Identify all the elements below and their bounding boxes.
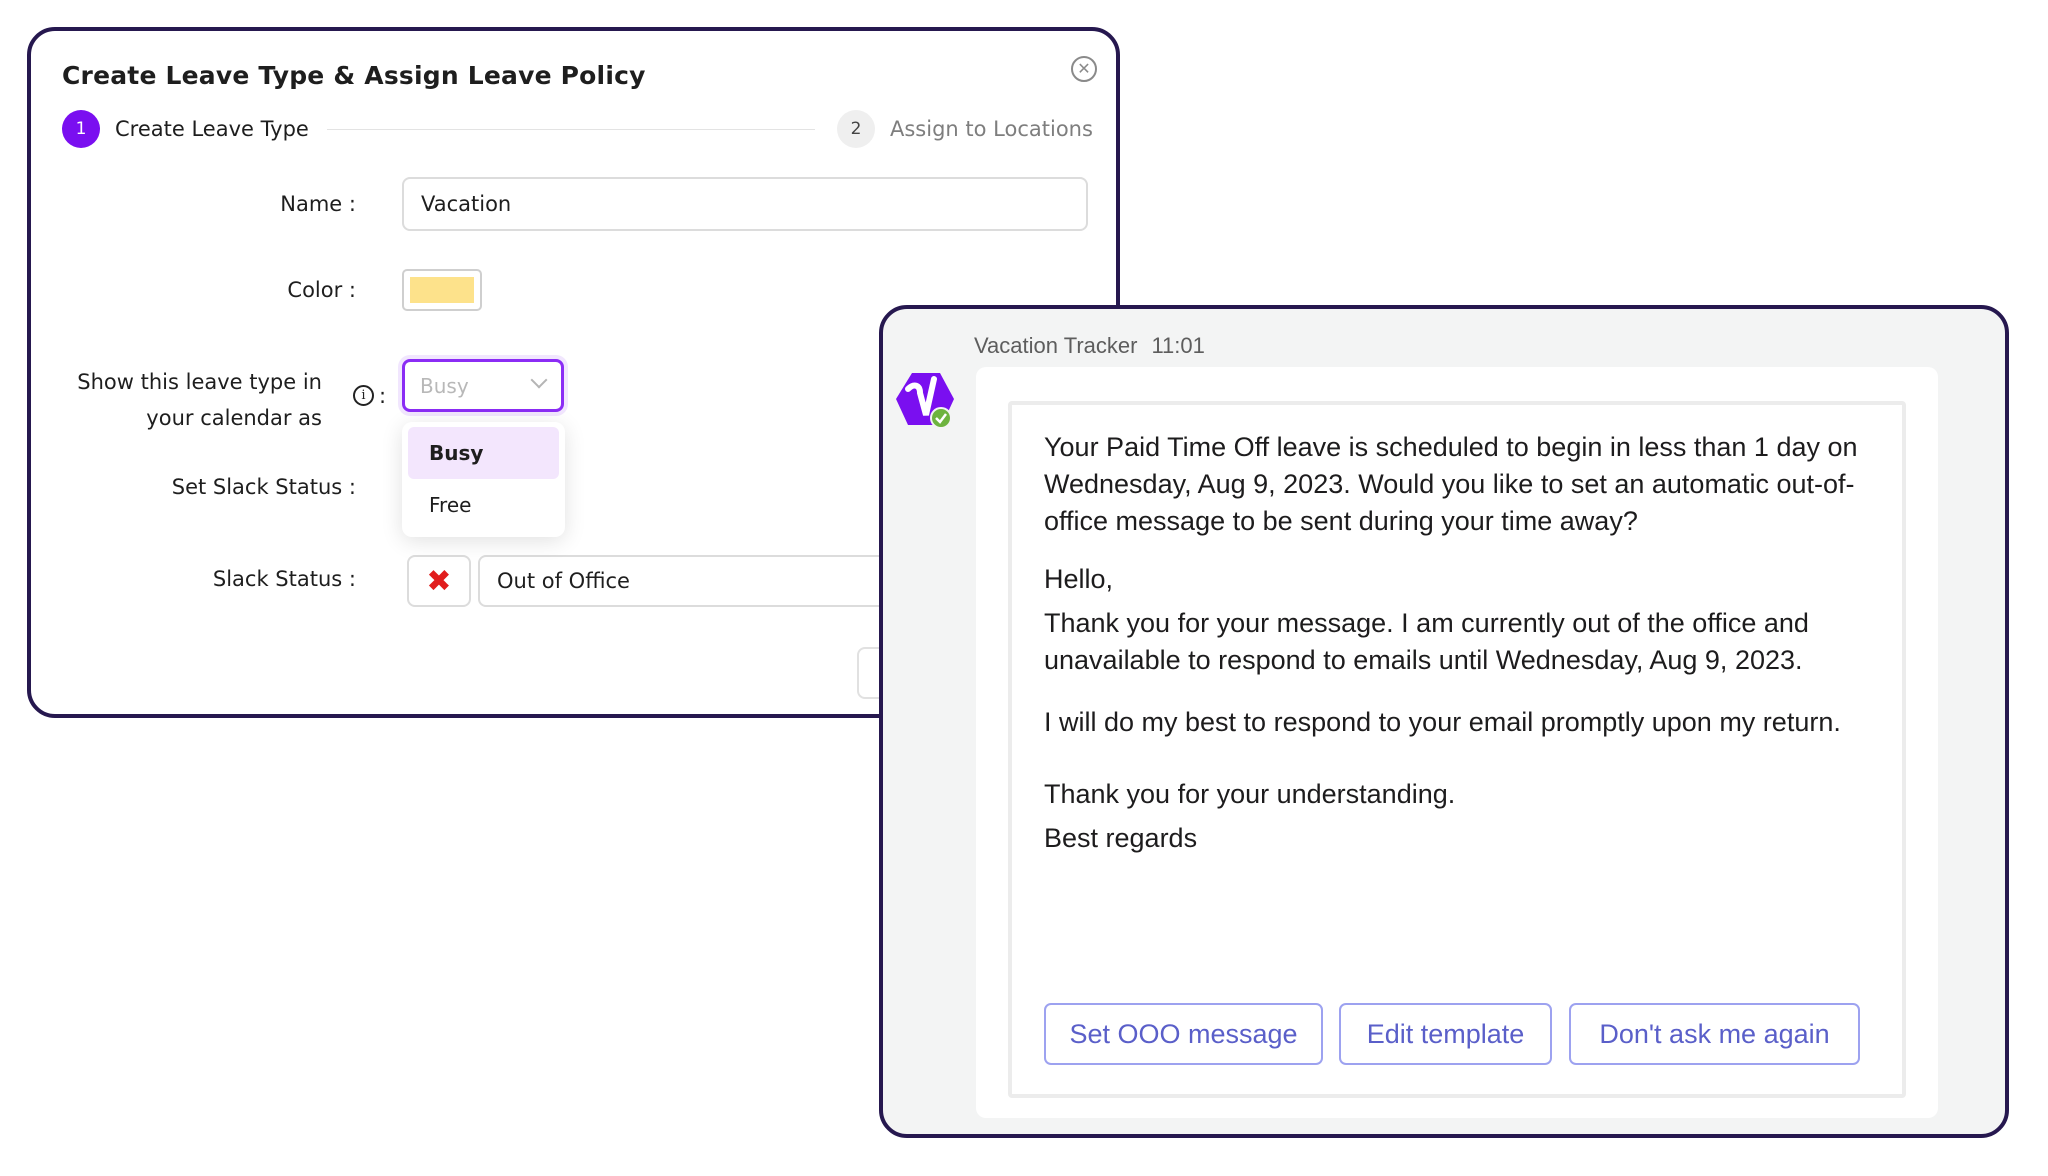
calendar-status-select[interactable]: Busy (402, 359, 564, 412)
menu-option-free[interactable]: Free (408, 479, 559, 531)
slack-status-value: Out of Office (497, 569, 630, 593)
name-input[interactable]: Vacation (402, 177, 1088, 231)
message-body: Thank you for your message. I am current… (1044, 608, 1809, 675)
set-slack-status-label: Set Slack Status : (171, 475, 356, 499)
step-label: Create Leave Type (115, 117, 309, 141)
name-value: Vacation (421, 192, 512, 216)
color-picker[interactable] (402, 269, 482, 311)
step-label: Assign to Locations (890, 117, 1093, 141)
set-ooo-message-button[interactable]: Set OOO message (1044, 1003, 1323, 1065)
message-time: 11:01 (1151, 333, 1205, 358)
step-connector (327, 129, 815, 130)
step-number: 1 (62, 110, 100, 148)
message-body: I will do my best to respond to your ema… (1044, 707, 1841, 737)
modal-title: Create Leave Type & Assign Leave Policy (62, 61, 646, 90)
step-assign-to-locations: 2 Assign to Locations (837, 110, 1093, 148)
chevron-down-icon (530, 371, 548, 389)
online-status-icon (930, 407, 952, 429)
step-create-leave-type: 1 Create Leave Type (62, 110, 309, 148)
calendar-label: Show this leave type in your calendar as (77, 370, 322, 430)
message-signoff: Best regards (1044, 823, 1198, 853)
message-intro: Your Paid Time Off leave is scheduled to… (1044, 432, 1858, 536)
message-header: Vacation Tracker 11:01 (974, 333, 1205, 359)
slack-status-emoji-picker[interactable]: ✖ (407, 555, 471, 607)
message-body: Thank you for your understanding. (1044, 779, 1456, 809)
calendar-status-menu: Busy Free (402, 422, 565, 537)
slack-message-panel: Vacation Tracker 11:01 Your Paid Time Off… (879, 305, 2009, 1138)
message-greeting: Hello, (1044, 564, 1114, 594)
step-number: 2 (837, 110, 875, 148)
color-swatch (410, 277, 474, 303)
menu-option-busy[interactable]: Busy (408, 427, 559, 479)
sender-name: Vacation Tracker (974, 333, 1138, 358)
select-value: Busy (420, 373, 469, 398)
info-icon[interactable]: i (353, 385, 374, 406)
message-attachment: Your Paid Time Off leave is scheduled to… (1008, 401, 1906, 1098)
dont-ask-again-button[interactable]: Don't ask me again (1569, 1003, 1860, 1065)
edit-template-button[interactable]: Edit template (1339, 1003, 1552, 1065)
vacation-tracker-logo-icon[interactable] (894, 369, 956, 431)
color-label: Color : (287, 278, 356, 302)
slack-status-label: Slack Status : (212, 567, 356, 591)
name-label: Name : (280, 192, 356, 216)
red-x-icon: ✖ (426, 563, 452, 599)
colon: : (379, 384, 387, 408)
close-icon[interactable]: ✕ (1071, 56, 1097, 82)
message-card: Your Paid Time Off leave is scheduled to… (976, 367, 1938, 1118)
